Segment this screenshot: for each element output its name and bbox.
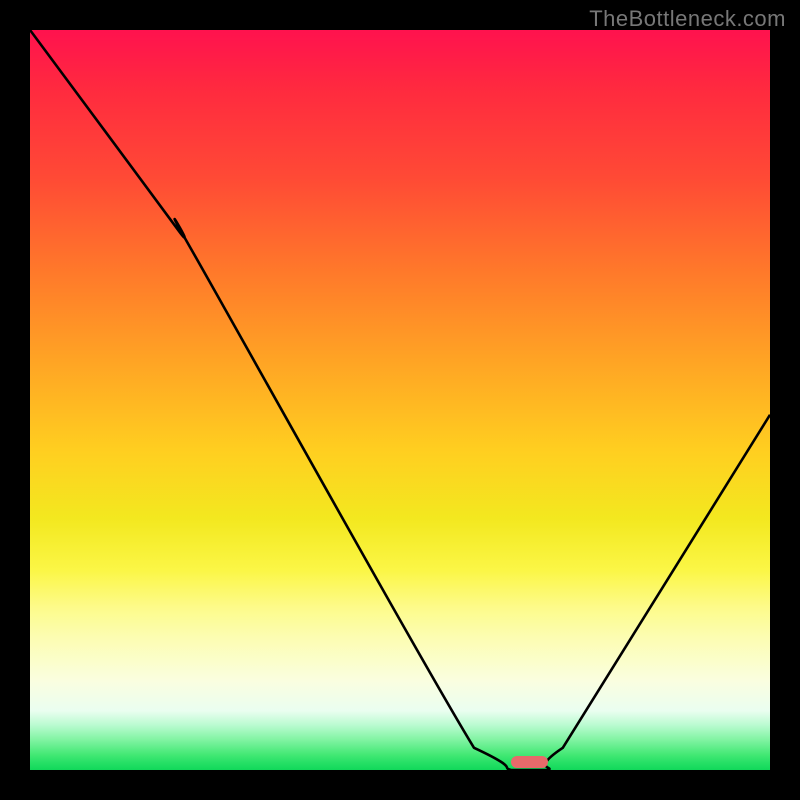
optimal-marker: [511, 756, 548, 768]
watermark-text: TheBottleneck.com: [589, 6, 786, 32]
bottleneck-curve: [30, 30, 770, 770]
curve-path: [30, 30, 770, 770]
chart-plot-area: [30, 30, 770, 770]
chart-frame: TheBottleneck.com: [0, 0, 800, 800]
